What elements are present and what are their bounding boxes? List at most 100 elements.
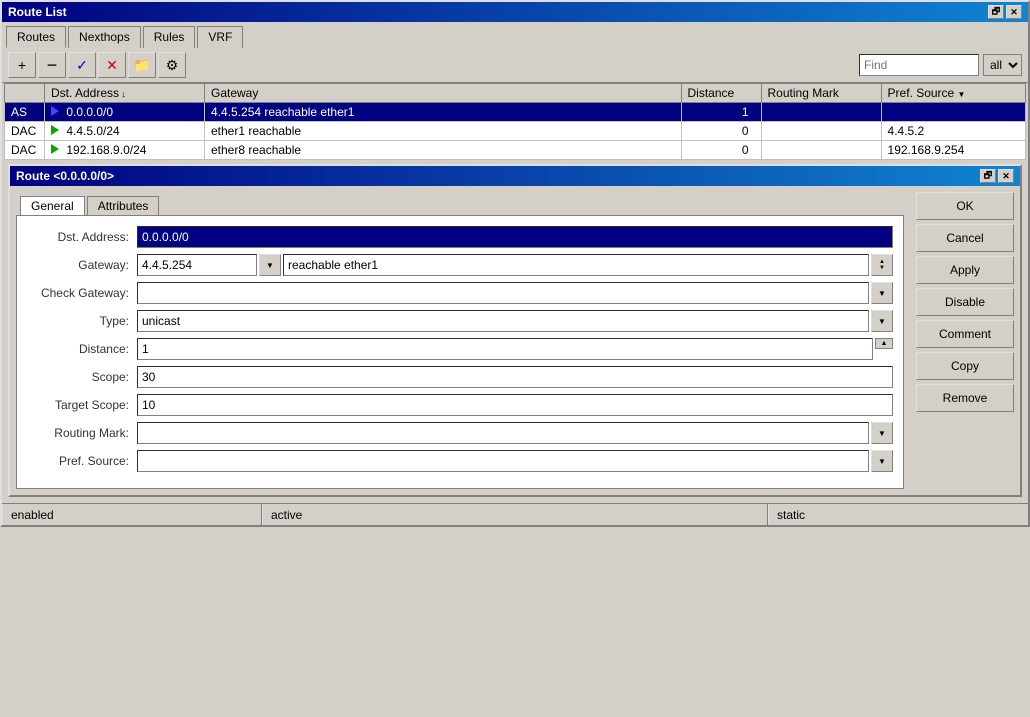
gateway-type-up[interactable]: ▲▼ — [871, 254, 893, 276]
distance-up[interactable]: ▲ — [875, 338, 893, 349]
table-row[interactable]: AS 0.0.0.0/0 4.4.5.254 reachable ether1 … — [5, 103, 1026, 122]
route-list-window: Route List 🗗 ✕ Routes Nexthops Rules VRF… — [0, 0, 1030, 527]
table-row[interactable]: DAC 4.4.5.0/24 ether1 reachable 0 4.4.5.… — [5, 122, 1026, 141]
pref-source-group: ▼ — [137, 450, 893, 472]
restore-button[interactable]: 🗗 — [988, 5, 1004, 19]
tab-attributes[interactable]: Attributes — [87, 196, 160, 215]
type-dropdown[interactable]: ▼ — [871, 310, 893, 332]
distance-input[interactable] — [137, 338, 873, 360]
tab-nexthops[interactable]: Nexthops — [68, 26, 141, 48]
apply-button[interactable]: Apply — [916, 256, 1014, 284]
pref-source-dropdown[interactable]: ▼ — [871, 450, 893, 472]
find-dropdown[interactable]: all — [983, 54, 1022, 76]
pref-source-label: Pref. Source: — [27, 454, 137, 468]
col-distance[interactable]: Distance — [681, 84, 761, 103]
gateway-label: Gateway: — [27, 258, 137, 272]
distance-spinner: ▲ — [875, 338, 893, 360]
gateway-type-input[interactable] — [283, 254, 869, 276]
action-buttons-panel: OK Cancel Apply Disable Comment Copy Rem… — [910, 186, 1020, 495]
type-group: ▼ — [137, 310, 893, 332]
row-gateway: ether8 reachable — [205, 141, 682, 160]
sub-window-controls: 🗗 ✕ — [980, 169, 1014, 183]
gateway-group: ▼ ▲▼ — [137, 254, 893, 276]
disable-button[interactable]: Disable — [916, 288, 1014, 316]
row-distance: 1 — [681, 103, 761, 122]
routing-mark-group: ▼ — [137, 422, 893, 444]
dst-address-row: Dst. Address: — [27, 226, 893, 248]
filter-button[interactable]: ⚙ — [158, 52, 186, 78]
gateway-row: Gateway: ▼ ▲▼ — [27, 254, 893, 276]
routing-mark-label: Routing Mark: — [27, 426, 137, 440]
status-active: active — [262, 504, 768, 525]
route-form: Dst. Address: Gateway: ▼ ▲▼ — [16, 215, 904, 489]
table-row[interactable]: DAC 192.168.9.0/24 ether8 reachable 0 19… — [5, 141, 1026, 160]
target-scope-row: Target Scope: — [27, 394, 893, 416]
row-type: AS — [5, 103, 45, 122]
outer-window-title: Route List — [8, 5, 67, 19]
check-gateway-group: ▼ — [137, 282, 893, 304]
col-gateway[interactable]: Gateway — [205, 84, 682, 103]
row-dst: 192.168.9.0/24 — [45, 141, 205, 160]
remove-button[interactable]: − — [38, 52, 66, 78]
routing-mark-input[interactable] — [137, 422, 869, 444]
col-dst-address[interactable]: Dst. Address — [45, 84, 205, 103]
sub-close-button[interactable]: ✕ — [998, 169, 1014, 183]
scope-label: Scope: — [27, 370, 137, 384]
row-distance: 0 — [681, 141, 761, 160]
check-gateway-input[interactable] — [137, 282, 869, 304]
close-button[interactable]: ✕ — [1006, 5, 1022, 19]
row-pref-source: 192.168.9.254 — [881, 141, 1025, 160]
tab-vrf[interactable]: VRF — [197, 26, 243, 48]
toolbar-right: all — [859, 54, 1022, 76]
distance-group: ▲ — [137, 338, 893, 360]
route-detail-window: Route <0.0.0.0/0> 🗗 ✕ General Attributes — [8, 164, 1022, 497]
sub-content: General Attributes Dst. Address: Gateway… — [10, 186, 1020, 495]
tab-general[interactable]: General — [20, 196, 85, 215]
row-pref-source — [881, 103, 1025, 122]
cancel-button[interactable]: Cancel — [916, 224, 1014, 252]
check-gateway-dropdown[interactable]: ▼ — [871, 282, 893, 304]
dst-address-input[interactable] — [137, 226, 893, 248]
inner-tabs: General Attributes — [16, 192, 904, 215]
outer-title-bar: Route List 🗗 ✕ — [2, 2, 1028, 22]
pref-source-row: Pref. Source: ▼ — [27, 450, 893, 472]
col-pref-source[interactable]: Pref. Source ▼ — [881, 84, 1025, 103]
comment-button[interactable]: Comment — [916, 320, 1014, 348]
add-button[interactable]: + — [8, 52, 36, 78]
gateway-ip-input[interactable] — [137, 254, 257, 276]
cross-button[interactable]: ✕ — [98, 52, 126, 78]
form-area: General Attributes Dst. Address: Gateway… — [10, 186, 910, 495]
target-scope-input[interactable] — [137, 394, 893, 416]
tab-routes[interactable]: Routes — [6, 26, 66, 48]
status-bar: enabled active static — [2, 503, 1028, 525]
type-input[interactable] — [137, 310, 869, 332]
sub-title-bar: Route <0.0.0.0/0> 🗗 ✕ — [10, 166, 1020, 186]
sub-restore-button[interactable]: 🗗 — [980, 169, 996, 183]
tab-rules[interactable]: Rules — [143, 26, 196, 48]
pref-source-input[interactable] — [137, 450, 869, 472]
col-routing-mark[interactable]: Routing Mark — [761, 84, 881, 103]
check-button[interactable]: ✓ — [68, 52, 96, 78]
ok-button[interactable]: OK — [916, 192, 1014, 220]
row-routing-mark — [761, 122, 881, 141]
copy-button[interactable]: Copy — [916, 352, 1014, 380]
route-table: Dst. Address Gateway Distance Routing Ma… — [4, 83, 1026, 160]
row-gateway: 4.4.5.254 reachable ether1 — [205, 103, 682, 122]
col-type — [5, 84, 45, 103]
row-routing-mark — [761, 103, 881, 122]
routing-mark-dropdown[interactable]: ▼ — [871, 422, 893, 444]
folder-button[interactable]: 📁 — [128, 52, 156, 78]
find-input[interactable] — [859, 54, 979, 76]
row-dst: 4.4.5.0/24 — [45, 122, 205, 141]
check-gateway-label: Check Gateway: — [27, 286, 137, 300]
check-gateway-row: Check Gateway: ▼ — [27, 282, 893, 304]
scope-input[interactable] — [137, 366, 893, 388]
gateway-ip-dropdown[interactable]: ▼ — [259, 254, 281, 276]
route-toolbar: + − ✓ ✕ 📁 ⚙ all — [2, 48, 1028, 83]
outer-tabs: Routes Nexthops Rules VRF — [2, 22, 1028, 48]
row-pref-source: 4.4.5.2 — [881, 122, 1025, 141]
distance-label: Distance: — [27, 342, 137, 356]
dst-address-label: Dst. Address: — [27, 230, 137, 244]
remove-button[interactable]: Remove — [916, 384, 1014, 412]
row-type: DAC — [5, 141, 45, 160]
